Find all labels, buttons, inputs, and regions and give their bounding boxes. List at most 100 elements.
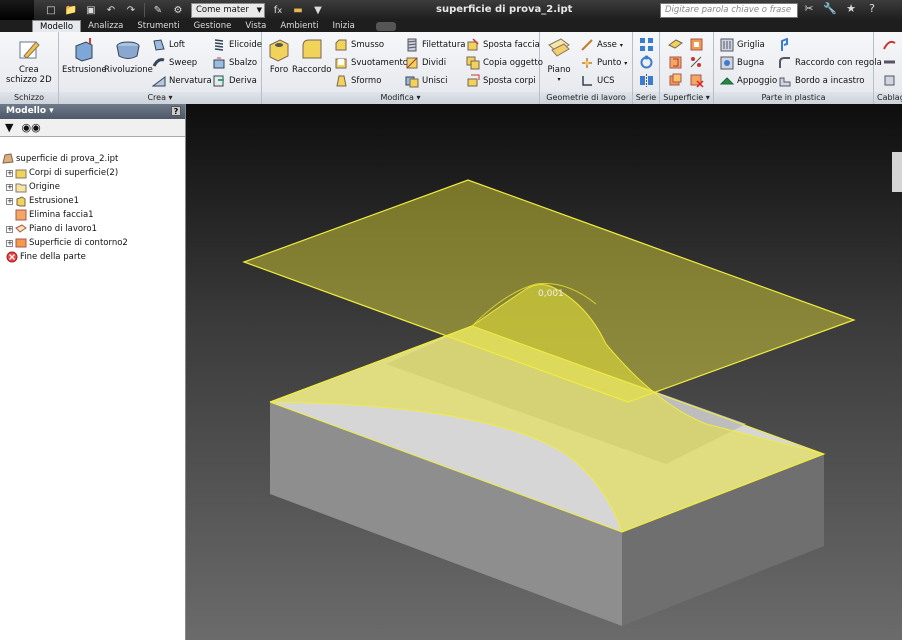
star-icon[interactable]: ★ xyxy=(844,2,858,15)
tree-node-origin[interactable]: + Origine xyxy=(2,180,128,194)
work-plane-dropdown-icon: ▾ xyxy=(557,76,561,83)
ucs-button[interactable]: UCS xyxy=(580,74,615,88)
tab-modello[interactable]: Modello xyxy=(32,20,82,32)
tree-node-delete-face[interactable]: Elimina faccia1 xyxy=(2,208,128,222)
binoculars-icon[interactable]: ◉◉ xyxy=(21,121,40,134)
application-menu-button[interactable] xyxy=(0,0,34,20)
expand-icon[interactable]: + xyxy=(6,239,13,247)
coil-button[interactable]: Elicoide xyxy=(212,38,262,52)
connector-icon[interactable] xyxy=(882,73,897,88)
hole-button[interactable]: Foro xyxy=(266,36,292,75)
expand-icon[interactable]: + xyxy=(6,225,13,233)
fx-parameters-icon[interactable]: fx xyxy=(271,3,285,17)
chevron-down-icon: ▼ xyxy=(256,5,262,14)
extrude-button[interactable]: Estrusione xyxy=(62,36,107,75)
derive-button[interactable]: Deriva xyxy=(212,74,257,88)
help-icon[interactable]: ? xyxy=(171,106,181,116)
rule-fillet-button[interactable]: Raccordo con regola xyxy=(778,56,882,70)
ucs-label: UCS xyxy=(597,76,615,86)
emboss-label: Sbalzo xyxy=(229,58,258,68)
move-bodies-icon xyxy=(467,74,480,87)
tab-ambienti[interactable]: Ambienti xyxy=(273,20,325,32)
part-icon xyxy=(2,153,14,164)
tab-inizia[interactable]: Inizia xyxy=(325,20,361,32)
tree-node-part[interactable]: superficie di prova_2.ipt xyxy=(2,152,128,166)
update-icon[interactable]: ⚙ xyxy=(171,3,185,17)
tree-node-surface-bodies[interactable]: + Corpi di superficie(2) xyxy=(2,166,128,180)
panel-label-modifica[interactable]: Modifica ▾ xyxy=(262,92,539,104)
chamfer-button[interactable]: Smusso xyxy=(334,38,384,52)
binoculars-icon[interactable]: ✂ xyxy=(802,2,816,15)
redo-icon[interactable]: ↷ xyxy=(124,3,138,17)
move-bodies-button[interactable]: Sposta corpi xyxy=(466,74,536,88)
lip-label: Bordo a incastro xyxy=(795,76,865,86)
viewcube[interactable] xyxy=(892,152,902,192)
wrench-icon[interactable]: 🔧 xyxy=(823,2,837,15)
expand-icon[interactable]: + xyxy=(6,197,13,205)
boss-button[interactable]: Bugna xyxy=(720,56,764,70)
thicken-icon[interactable] xyxy=(668,37,683,52)
mirror-icon[interactable] xyxy=(639,73,654,88)
move-face-button[interactable]: Sposta faccia xyxy=(466,38,540,52)
open-folder-icon[interactable]: 📁 xyxy=(64,3,78,17)
loft-button[interactable]: Loft xyxy=(152,38,185,52)
graphics-viewport[interactable]: 0,001 xyxy=(186,104,902,640)
tab-analizza[interactable]: Analizza xyxy=(81,20,130,32)
tree-node-end-of-part[interactable]: Fine della parte xyxy=(2,250,128,264)
tree-node-work-plane[interactable]: + Piano di lavoro1 xyxy=(2,222,128,236)
rest-button[interactable]: Appoggio xyxy=(720,74,777,88)
panel-label-cablaggio: Cablag xyxy=(874,92,902,104)
grill-button[interactable]: Griglia xyxy=(720,38,765,52)
tree-node-label: superficie di prova_2.ipt xyxy=(16,154,119,164)
filter-icon[interactable]: ▼ xyxy=(5,121,13,134)
delete-face-icon[interactable] xyxy=(689,73,704,88)
customize-dropdown-icon[interactable]: ▼ xyxy=(311,3,325,17)
new-file-icon[interactable]: □ xyxy=(44,3,58,17)
tab-strumenti[interactable]: Strumenti xyxy=(130,20,186,32)
rib-icon xyxy=(152,76,166,87)
cable-icon[interactable] xyxy=(882,55,897,70)
circular-pattern-icon[interactable] xyxy=(639,55,654,70)
trim-surface-icon[interactable] xyxy=(689,55,704,70)
tree-node-label: Origine xyxy=(29,182,60,192)
stitch-icon[interactable] xyxy=(689,37,704,52)
panel-label-superficie[interactable]: Superficie ▾ xyxy=(660,92,713,104)
color-override-icon[interactable]: ▬ xyxy=(291,3,305,17)
expand-icon[interactable]: + xyxy=(6,169,13,177)
work-plane-button[interactable]: Piano ▾ xyxy=(546,36,572,85)
rib-button[interactable]: Nervatura xyxy=(152,74,212,88)
thread-button[interactable]: Filettatura xyxy=(405,38,466,52)
tab-vista[interactable]: Vista xyxy=(238,20,273,32)
appearance-combo[interactable]: Come mater ▼ xyxy=(191,2,265,18)
undo-icon[interactable]: ↶ xyxy=(104,3,118,17)
revolve-button[interactable]: Rivoluzione xyxy=(104,36,153,75)
sweep-button[interactable]: Sweep xyxy=(152,56,197,70)
combine-button[interactable]: Unisci xyxy=(405,74,447,88)
patch-icon[interactable] xyxy=(668,55,683,70)
copy-object-button[interactable]: Copia oggetto xyxy=(466,56,543,70)
work-axis-button[interactable]: Asse ▾ xyxy=(580,38,623,52)
draft-button[interactable]: Sformo xyxy=(334,74,381,88)
help-icon[interactable]: ? xyxy=(865,2,879,15)
create-sketch-button[interactable]: Crea schizzo 2D xyxy=(6,36,52,85)
rectangular-pattern-icon[interactable] xyxy=(639,37,654,52)
shell-button[interactable]: Svuotamento xyxy=(334,56,408,70)
tree-node-boundary-patch[interactable]: + Superficie di contorno2 xyxy=(2,236,128,250)
return-icon[interactable]: ✎ xyxy=(151,3,165,17)
harness-icon[interactable] xyxy=(882,37,897,52)
replace-face-icon[interactable] xyxy=(668,73,683,88)
fillet-button[interactable]: Raccordo xyxy=(292,36,331,75)
browser-header[interactable]: Modello ▾ ? xyxy=(0,104,185,119)
ribbon-minimize-toggle[interactable] xyxy=(375,22,396,31)
panel-label-crea[interactable]: Crea ▾ xyxy=(59,92,261,104)
tree-node-extrusion[interactable]: + Estrusione1 xyxy=(2,194,128,208)
split-button[interactable]: Dividi xyxy=(405,56,446,70)
work-point-button[interactable]: Punto ▾ xyxy=(580,56,627,70)
expand-icon[interactable]: + xyxy=(6,183,13,191)
save-icon[interactable]: ▣ xyxy=(84,3,98,17)
search-input[interactable]: Digitare parola chiave o frase xyxy=(660,3,798,18)
snap-fit-button[interactable] xyxy=(778,38,792,52)
lip-button[interactable]: Bordo a incastro xyxy=(778,74,865,88)
emboss-button[interactable]: Sbalzo xyxy=(212,56,257,70)
tab-gestione[interactable]: Gestione xyxy=(187,20,239,32)
